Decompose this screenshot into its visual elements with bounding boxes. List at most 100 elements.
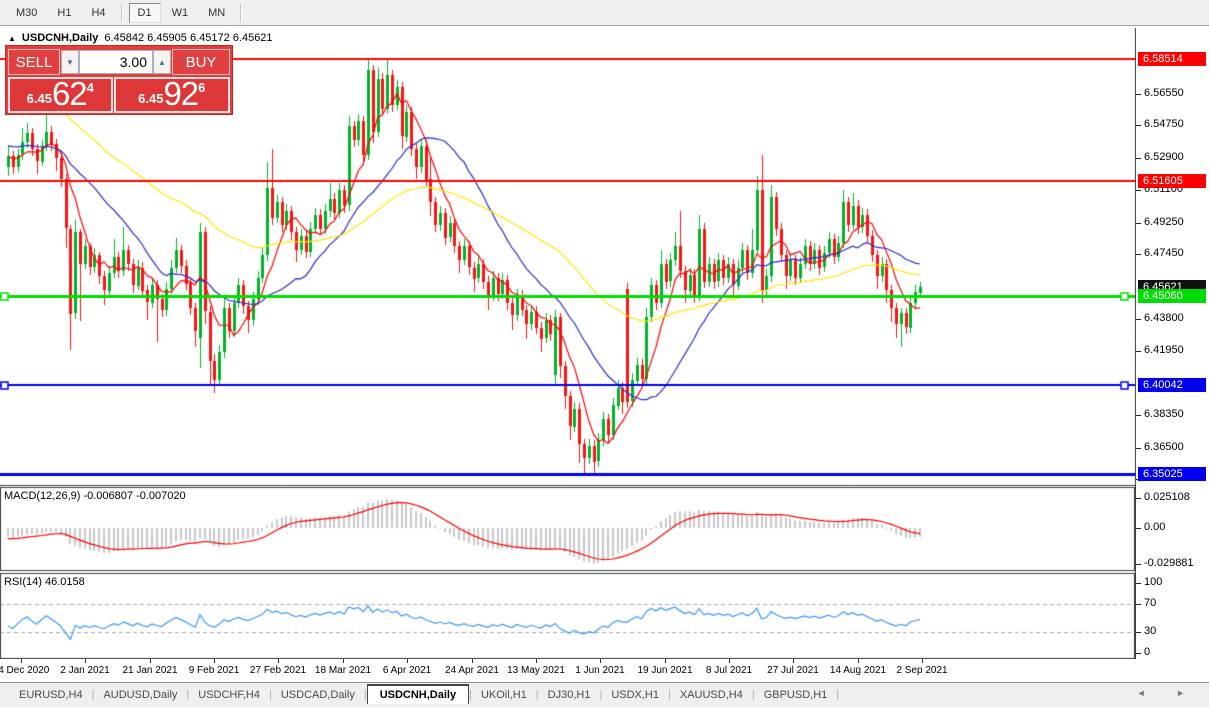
date-tick bbox=[343, 659, 344, 663]
axis-tick-label: 30 bbox=[1144, 625, 1157, 637]
tab-separator: | bbox=[836, 689, 840, 701]
axis-tick bbox=[1136, 653, 1141, 654]
buy-price-prefix: 6.45 bbox=[138, 91, 164, 106]
date-label: 2 Jan 2021 bbox=[60, 665, 110, 676]
chart-tab-audusd-daily[interactable]: AUDUSD,Daily bbox=[94, 686, 186, 704]
timeframe-button-h1[interactable]: H1 bbox=[48, 3, 80, 23]
chart-tab-usdchf-h4[interactable]: USDCHF,H4 bbox=[189, 686, 269, 704]
date-tick bbox=[85, 659, 86, 663]
date-label: 9 Feb 2021 bbox=[188, 665, 240, 676]
chart-tab-ukoil-h1[interactable]: UKOil,H1 bbox=[472, 686, 536, 704]
macd-indicator-label: MACD(12,26,9) -0.006807 -0.007020 bbox=[4, 490, 186, 502]
date-tick bbox=[278, 659, 279, 663]
axis-tick-label: 0.00 bbox=[1144, 521, 1166, 533]
axis-tick-label: 6.43800 bbox=[1144, 312, 1184, 324]
axis-tick-label: 100 bbox=[1144, 576, 1163, 588]
sell-price-button[interactable]: 6.45 62 4 bbox=[8, 77, 113, 113]
axis-tick bbox=[1136, 604, 1141, 605]
axis-tick bbox=[1136, 223, 1141, 224]
date-tick bbox=[407, 659, 408, 663]
date-label: 27 Jul 2021 bbox=[767, 665, 819, 676]
buy-price-pip: 6 bbox=[198, 80, 206, 95]
chart-tab-xauusd-h4[interactable]: XAUUSD,H4 bbox=[671, 686, 752, 704]
date-tick bbox=[472, 659, 473, 663]
axis-tick-label: 70 bbox=[1144, 597, 1157, 609]
symbol-ohlc-values: 6.45842 6.45905 6.45172 6.45621 bbox=[104, 32, 273, 44]
chart-canvas[interactable] bbox=[0, 28, 1136, 659]
axis-tick-label: 6.41950 bbox=[1144, 344, 1184, 356]
date-label: 24 Apr 2021 bbox=[445, 665, 499, 676]
chart-tab-usdx-h1[interactable]: USDX,H1 bbox=[602, 686, 668, 704]
chart-window: ▲ USDCNH,Daily 6.45842 6.45905 6.45172 6… bbox=[0, 28, 1209, 659]
axis-tick-label: 6.38350 bbox=[1144, 408, 1184, 420]
axis-tick-label: 6.47450 bbox=[1144, 247, 1184, 259]
rsi-indicator-label: RSI(14) 46.0158 bbox=[4, 576, 85, 588]
axis-tick bbox=[1136, 125, 1141, 126]
chart-tab-dj30-h1[interactable]: DJ30,H1 bbox=[539, 686, 600, 704]
hline-price-flag: 6.51605 bbox=[1138, 174, 1206, 188]
hline-price-flag: 6.40042 bbox=[1138, 378, 1206, 392]
toolbar-separator bbox=[120, 3, 123, 22]
date-tick bbox=[536, 659, 537, 663]
date-axis[interactable]: 14 Dec 2020 2 Jan 2021 21 Jan 2021 9 Feb 20… bbox=[0, 659, 1209, 682]
axis-tick bbox=[1136, 415, 1141, 416]
axis-tick-label: 6.56550 bbox=[1144, 87, 1184, 99]
buy-price-button[interactable]: 6.45 92 6 bbox=[113, 75, 230, 113]
timeframe-button-m30[interactable]: M30 bbox=[7, 3, 46, 23]
axis-tick-label: -0.029881 bbox=[1144, 557, 1194, 569]
date-tick bbox=[729, 659, 730, 663]
date-label: 19 Jun 2021 bbox=[637, 665, 693, 676]
axis-tick-label: 0.025108 bbox=[1144, 491, 1190, 503]
date-tick bbox=[600, 659, 601, 663]
toolbar-separator bbox=[240, 3, 243, 22]
date-tick bbox=[21, 659, 22, 663]
axis-tick bbox=[1136, 528, 1141, 529]
date-tick bbox=[793, 659, 794, 663]
timeframe-button-d1[interactable]: D1 bbox=[128, 2, 161, 23]
timeframe-button-h4[interactable]: H4 bbox=[82, 3, 114, 23]
volume-input[interactable] bbox=[79, 50, 153, 74]
hline-price-flag: 6.35025 bbox=[1138, 467, 1206, 481]
axis-tick bbox=[1136, 632, 1141, 633]
axis-tick bbox=[1136, 564, 1141, 565]
chart-tab-gbpusd-h1[interactable]: GBPUSD,H1 bbox=[755, 686, 837, 704]
date-tick bbox=[922, 659, 923, 663]
tab-scroll-arrows[interactable]: ◄ ► bbox=[1137, 688, 1199, 698]
date-tick bbox=[150, 659, 151, 663]
sell-button[interactable]: SELL bbox=[8, 49, 60, 75]
axis-tick bbox=[1136, 448, 1141, 449]
date-label: 27 Feb 2021 bbox=[249, 665, 307, 676]
buy-button[interactable]: BUY bbox=[172, 49, 230, 75]
date-label: 14 Dec 2020 bbox=[0, 665, 50, 676]
chart-tab-eurusd-h4[interactable]: EURUSD,H4 bbox=[10, 686, 92, 704]
axis-tick-label: 6.52900 bbox=[1144, 151, 1184, 163]
date-label: 8 Jul 2021 bbox=[705, 665, 753, 676]
axis-tick bbox=[1136, 254, 1141, 255]
chart-tab-usdcnh-daily[interactable]: USDCNH,Daily bbox=[366, 684, 470, 704]
date-label: 21 Jan 2021 bbox=[122, 665, 178, 676]
axis-tick-label: 6.54750 bbox=[1144, 118, 1184, 130]
hline-price-flag: 6.45060 bbox=[1138, 289, 1206, 303]
axis-tick bbox=[1136, 583, 1141, 584]
chart-tab-usdcad-daily[interactable]: USDCAD,Daily bbox=[272, 686, 364, 704]
chart-collapse-icon[interactable]: ▲ bbox=[8, 34, 16, 43]
date-tick bbox=[858, 659, 859, 663]
sell-price-prefix: 6.45 bbox=[26, 91, 52, 106]
sell-price-pip: 4 bbox=[86, 80, 94, 95]
date-label: 2 Sep 2021 bbox=[896, 665, 948, 676]
date-label: 18 Mar 2021 bbox=[314, 665, 372, 676]
timeframe-button-w1[interactable]: W1 bbox=[163, 3, 198, 23]
date-tick bbox=[665, 659, 666, 663]
buy-price-big: 92 bbox=[163, 75, 199, 112]
date-tick bbox=[214, 659, 215, 663]
axis-tick bbox=[1136, 351, 1141, 352]
sell-price-big: 62 bbox=[51, 75, 88, 112]
symbol-header: ▲ USDCNH,Daily 6.45842 6.45905 6.45172 6… bbox=[8, 32, 273, 44]
mt4-window: { "toolbar": {"timeframes": ["M30","H1",… bbox=[0, 0, 1209, 709]
volume-increase-button[interactable]: ▲ bbox=[153, 50, 171, 74]
axis-tick bbox=[1136, 319, 1141, 320]
axis-tick-label: 6.36500 bbox=[1144, 441, 1184, 453]
timeframe-button-mn[interactable]: MN bbox=[199, 3, 234, 23]
price-axis[interactable]: 6.56550 6.54750 6.52900 6.51100 6.49250 6.474… bbox=[1136, 28, 1209, 659]
volume-decrease-button[interactable]: ▼ bbox=[61, 50, 79, 74]
